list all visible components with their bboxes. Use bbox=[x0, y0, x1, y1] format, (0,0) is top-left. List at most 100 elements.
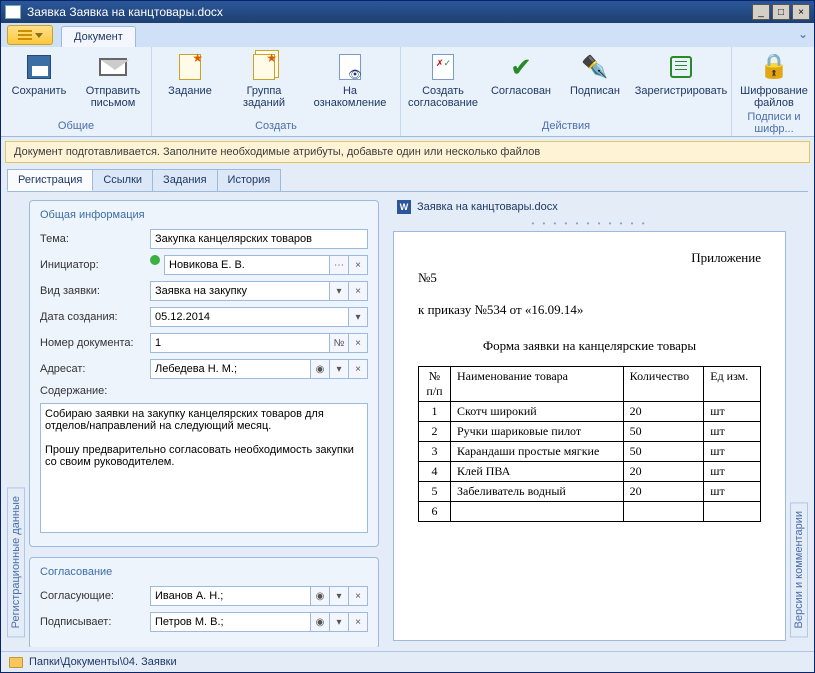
splitter-grip[interactable]: • • • • • • • • • • • bbox=[393, 216, 786, 231]
type-clear-button[interactable]: × bbox=[348, 281, 368, 301]
pen-icon: ✒️ bbox=[579, 51, 611, 83]
folder-icon bbox=[9, 657, 23, 668]
word-icon: W bbox=[397, 200, 411, 214]
approval-doc-icon: ✗✓ bbox=[432, 54, 454, 80]
form-panel: Общая информация Тема: Инициатор: ⋯ × Ви… bbox=[25, 192, 385, 647]
table-row: 5Забеливатель водный20шт bbox=[419, 482, 761, 502]
approvers-dropdown-button[interactable]: ▾ bbox=[329, 586, 349, 606]
task-icon bbox=[179, 54, 201, 80]
date-label: Дата создания: bbox=[40, 311, 144, 323]
side-tab-versions[interactable]: Версии и комментарии bbox=[790, 502, 808, 637]
number-label: Номер документа: bbox=[40, 337, 144, 349]
initiator-input[interactable] bbox=[164, 255, 330, 275]
approvers-presence-button[interactable]: ◉ bbox=[310, 586, 330, 606]
table-row: 6 bbox=[419, 502, 761, 522]
preview-table: № п/п Наименование товара Количество Ед … bbox=[418, 366, 761, 522]
initiator-clear-button[interactable]: × bbox=[348, 255, 368, 275]
number-clear-button[interactable]: × bbox=[348, 333, 368, 353]
footer-path: Папки\Документы\04. Заявки bbox=[29, 656, 177, 668]
app-window: Заявка Заявка на канцтовары.docx _ □ × Д… bbox=[0, 0, 815, 673]
task-group-button[interactable]: Группа заданий bbox=[232, 51, 296, 109]
preview-number: №5 bbox=[418, 270, 761, 286]
document-tabs: Регистрация Ссылки Задания История bbox=[1, 169, 814, 191]
tab-tasks[interactable]: Задания bbox=[152, 169, 217, 191]
approval-title: Согласование bbox=[40, 566, 368, 578]
preview-panel: W Заявка на канцтовары.docx • • • • • • … bbox=[385, 192, 790, 647]
number-assign-button[interactable]: № bbox=[329, 333, 349, 353]
app-icon bbox=[5, 5, 21, 19]
content-area: Регистрационные данные Общая информация … bbox=[7, 191, 808, 647]
approvers-input[interactable] bbox=[150, 586, 311, 606]
register-button[interactable]: Зарегистрировать bbox=[637, 51, 725, 97]
date-dropdown-button[interactable]: ▾ bbox=[348, 307, 368, 327]
general-info-title: Общая информация bbox=[40, 209, 368, 221]
ribbon-group-create: Задание Группа заданий На ознакомление С… bbox=[152, 47, 401, 136]
eye-doc-icon bbox=[339, 54, 361, 80]
signer-dropdown-button[interactable]: ▾ bbox=[329, 612, 349, 632]
ribbon-collapse-icon[interactable]: ⌄ bbox=[798, 27, 808, 41]
signed-button[interactable]: ✒️Подписан bbox=[563, 51, 627, 97]
side-tab-registration-data[interactable]: Регистрационные данные bbox=[7, 487, 25, 637]
check-icon: ✔ bbox=[505, 51, 537, 83]
number-input[interactable] bbox=[150, 333, 330, 353]
titlebar: Заявка Заявка на канцтовары.docx _ □ × bbox=[1, 1, 814, 23]
date-input[interactable] bbox=[150, 307, 349, 327]
initiator-label: Инициатор: bbox=[40, 259, 144, 271]
app-menu-button[interactable] bbox=[7, 25, 53, 45]
create-approval-button[interactable]: ✗✓Создать согласование bbox=[407, 51, 479, 109]
presence-icon bbox=[150, 255, 160, 265]
ribbon-group-common: Сохранить Отправить письмом Общие bbox=[1, 47, 152, 136]
send-email-button[interactable]: Отправить письмом bbox=[81, 51, 145, 109]
initiator-lookup-button[interactable]: ⋯ bbox=[329, 255, 349, 275]
close-button[interactable]: × bbox=[792, 4, 810, 20]
approval-box: Согласование Согласующие: ◉ ▾ × Подписыв… bbox=[29, 557, 379, 647]
preview-form-title: Форма заявки на канцелярские товары bbox=[418, 338, 761, 354]
subject-input[interactable] bbox=[150, 229, 368, 249]
type-input[interactable] bbox=[150, 281, 330, 301]
type-dropdown-button[interactable]: ▾ bbox=[329, 281, 349, 301]
ribbon-group-actions: ✗✓Создать согласование ✔Согласован ✒️Под… bbox=[401, 47, 732, 136]
signer-input[interactable] bbox=[150, 612, 311, 632]
approvers-clear-button[interactable]: × bbox=[348, 586, 368, 606]
ribbon-tab-document[interactable]: Документ bbox=[61, 26, 136, 47]
encrypt-files-button[interactable]: 🔒Шифрование файлов bbox=[738, 51, 810, 109]
file-name: Заявка на канцтовары.docx bbox=[417, 201, 558, 213]
footer-breadcrumb[interactable]: Папки\Документы\04. Заявки bbox=[1, 651, 814, 672]
stamp-icon bbox=[670, 56, 692, 78]
file-header[interactable]: W Заявка на канцтовары.docx bbox=[393, 198, 786, 216]
review-button[interactable]: На ознакомление bbox=[306, 51, 394, 109]
document-status-bar: Документ подготавливается. Заполните нео… bbox=[5, 141, 810, 163]
signer-presence-button[interactable]: ◉ bbox=[310, 612, 330, 632]
envelope-icon bbox=[99, 58, 127, 76]
type-label: Вид заявки: bbox=[40, 285, 144, 297]
floppy-icon bbox=[27, 55, 51, 79]
save-button[interactable]: Сохранить bbox=[7, 51, 71, 97]
lock-icon: 🔒 bbox=[758, 51, 790, 83]
document-preview: Приложение №5 к приказу №534 от «16.09.1… bbox=[393, 231, 786, 641]
addressee-presence-button[interactable]: ◉ bbox=[310, 359, 330, 379]
ribbon-tab-strip: Документ ⌄ bbox=[1, 23, 814, 47]
approved-button[interactable]: ✔Согласован bbox=[489, 51, 553, 97]
table-row: 3Карандаши простые мягкие50шт bbox=[419, 442, 761, 462]
tab-history[interactable]: История bbox=[217, 169, 282, 191]
tab-registration[interactable]: Регистрация bbox=[7, 169, 93, 191]
addressee-label: Адресат: bbox=[40, 363, 144, 375]
ribbon-group-signatures: 🔒Шифрование файлов Подписи и шифр... bbox=[732, 47, 815, 136]
approvers-label: Согласующие: bbox=[40, 590, 144, 602]
addressee-input[interactable] bbox=[150, 359, 311, 379]
table-row: 2Ручки шариковые пилот50шт bbox=[419, 422, 761, 442]
minimize-button[interactable]: _ bbox=[752, 4, 770, 20]
subject-label: Тема: bbox=[40, 233, 144, 245]
addressee-clear-button[interactable]: × bbox=[348, 359, 368, 379]
maximize-button[interactable]: □ bbox=[772, 4, 790, 20]
general-info-box: Общая информация Тема: Инициатор: ⋯ × Ви… bbox=[29, 200, 379, 547]
table-header-row: № п/п Наименование товара Количество Ед … bbox=[419, 367, 761, 402]
preview-order: к приказу №534 от «16.09.14» bbox=[418, 302, 761, 318]
addressee-dropdown-button[interactable]: ▾ bbox=[329, 359, 349, 379]
tab-links[interactable]: Ссылки bbox=[92, 169, 153, 191]
content-textarea[interactable]: Собираю заявки на закупку канцелярских т… bbox=[40, 403, 368, 533]
signer-clear-button[interactable]: × bbox=[348, 612, 368, 632]
task-button[interactable]: Задание bbox=[158, 51, 222, 97]
preview-appendix: Приложение bbox=[418, 250, 761, 266]
ribbon: Сохранить Отправить письмом Общие Задани… bbox=[1, 47, 814, 137]
